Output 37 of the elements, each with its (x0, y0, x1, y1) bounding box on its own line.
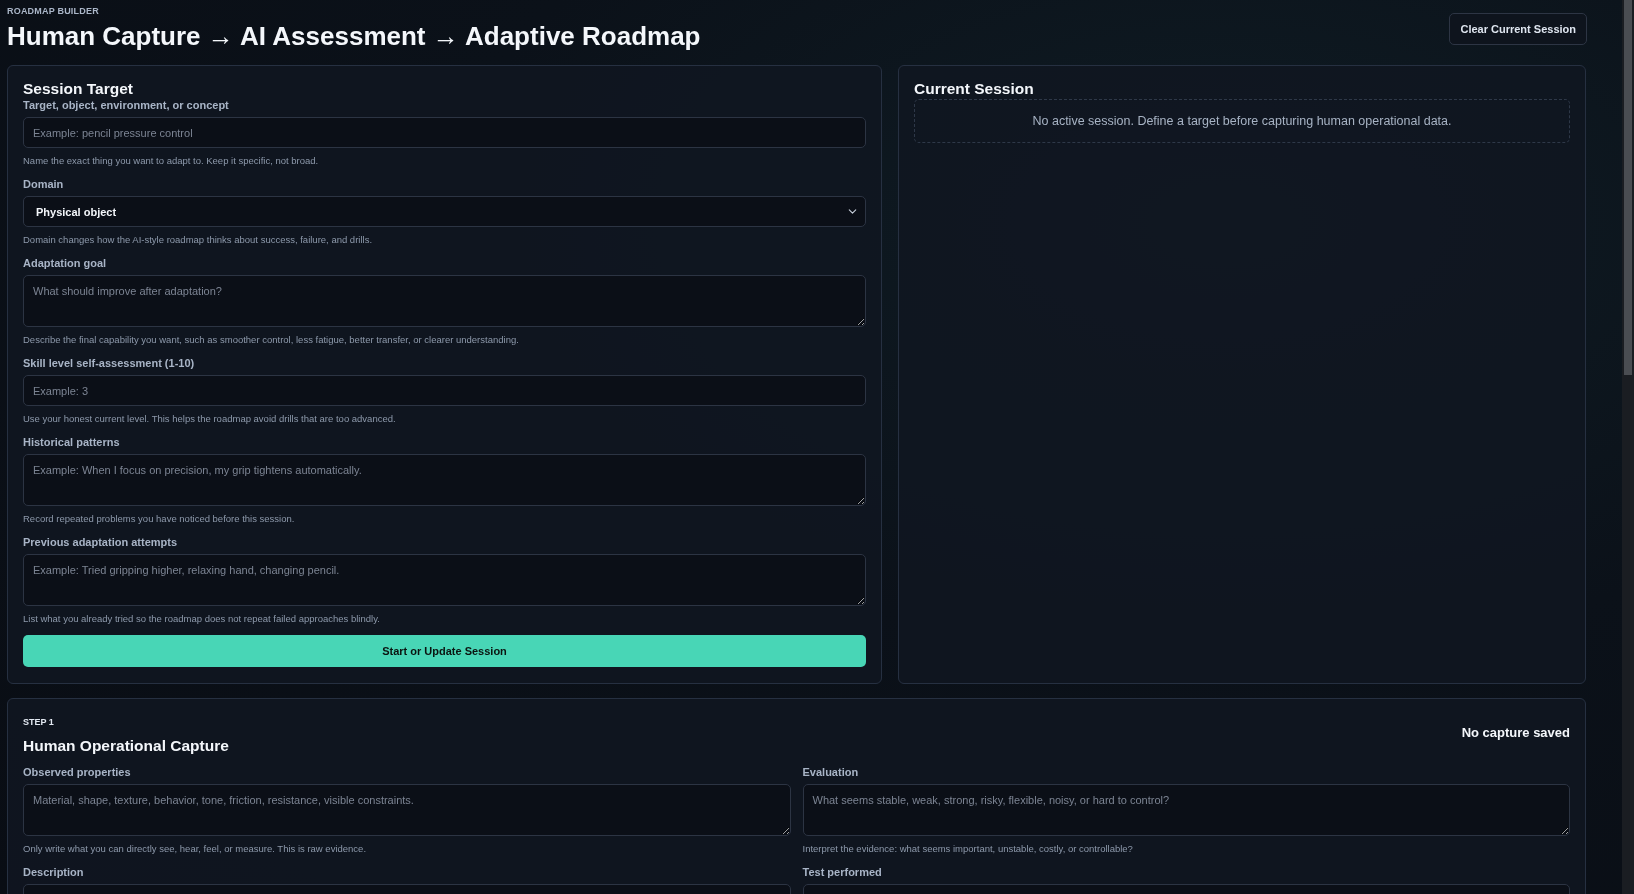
help-text: Only write what you can directly see, hear, feel, or measure. This is raw evidence. (23, 843, 368, 855)
field-label: Domain (23, 177, 65, 191)
help-text: Domain changes how the AI-style roadmap thinks about success, failure, and drills. (23, 234, 374, 246)
help-text: Name the exact thing you want to adapt to. Keep it specific, not broad. (23, 155, 320, 167)
text-area-field[interactable]: Example: Tried gripping higher, relaxing hand, changing pencil. (23, 554, 866, 606)
panel-title: Current Session (914, 80, 1035, 98)
clear-session-button[interactable]: Clear Current Session (1449, 13, 1587, 45)
section-title: Human Operational Capture (23, 737, 229, 755)
help-text: List what you already tried so the roadmap does not repeat failed approaches blindly. (23, 613, 381, 625)
field-label: Evaluation (802, 765, 860, 779)
field-label: Adaptation goal (23, 256, 108, 270)
help-text: Record repeated problems you have noticed before this session. (23, 513, 296, 525)
domain-select[interactable]: Physical object (23, 196, 866, 227)
eyebrow-text: ROADMAP BUILDER (7, 6, 100, 16)
text-area-field[interactable]: What seems stable, weak, strong, risky, flexible, noisy, or hard to control? (802, 784, 1570, 836)
field-label: Target, object, environment, or concept (23, 98, 230, 112)
field-label: Observed properties (23, 765, 132, 779)
text-area-field[interactable]: Material, shape, texture, behavior, tone, friction, resistance, visible constraints. (23, 784, 791, 836)
start-session-button[interactable]: Start or Update Session (23, 635, 866, 667)
text-field[interactable]: Example: pencil pressure control (23, 117, 866, 148)
step-label: STEP 1 (23, 717, 55, 727)
empty-session-message: No active session. Define a target before capturing human operational data. (914, 99, 1570, 143)
help-text: Describe the final capability you want, such as smoother control, less fatigue, better transfer, or clearer understanding. (23, 334, 520, 346)
field-label: Description (23, 865, 85, 879)
panel-title: Session Target (23, 80, 134, 98)
help-text: Use your honest current level. This helps the roadmap avoid drills that are too advanced. (23, 413, 397, 425)
help-text: Interpret the evidence: what seems important, unstable, costly, or controllable? (802, 843, 1134, 855)
field-label: Previous adaptation attempts (23, 535, 179, 549)
capture-status: No capture saved (1461, 725, 1570, 740)
field-label: Test performed (802, 865, 883, 879)
text-area-field[interactable]: What should improve after adaptation? (23, 275, 866, 327)
field-label: Historical patterns (23, 435, 121, 449)
scrollbar[interactable] (1622, 0, 1634, 894)
field-label: Skill level self-assessment (1-10) (23, 356, 196, 370)
text-field[interactable]: Example: 3 (23, 375, 866, 406)
page-title: Human Capture → AI Assessment → Adaptive Roadmap (7, 21, 701, 51)
text-area-field[interactable]: Example: When I focus on precision, my grip tightens automatically. (23, 454, 866, 506)
